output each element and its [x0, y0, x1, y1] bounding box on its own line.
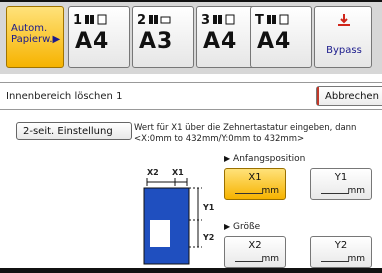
- play-arrow-icon: ▶: [224, 154, 231, 163]
- paper-size: A4: [75, 29, 110, 54]
- tray-2-button[interactable]: 2 A3: [132, 6, 194, 68]
- dialog-title-bar: Innenbereich löschen 1 Abbrechen: [0, 82, 382, 110]
- diagram-label-x1: X1: [172, 168, 184, 177]
- paper-size: A4: [203, 29, 238, 54]
- instruction-text: Wert für X1 über die Zehnertastatur eing…: [134, 123, 356, 145]
- field-name: Y2: [334, 240, 348, 251]
- paper-tray-icon: [267, 14, 289, 25]
- tray-number: 3: [201, 13, 211, 28]
- y1-input-button[interactable]: Y1 mm: [310, 168, 372, 200]
- diagram-label-y1: Y1: [203, 203, 215, 212]
- paper-tray-icon: [149, 15, 171, 24]
- start-position-label: Anfangsposition: [233, 154, 306, 164]
- diagram-label-y2: Y2: [203, 233, 215, 242]
- bottom-edge: [0, 268, 382, 273]
- bypass-tray-button[interactable]: Bypass: [314, 6, 372, 68]
- play-arrow-icon: ▶: [224, 222, 231, 231]
- duplex-settings-button[interactable]: 2-seit. Einstellung: [16, 122, 132, 140]
- value-line: [321, 261, 349, 262]
- bypass-tray-icon: [338, 14, 350, 26]
- value-line: [321, 193, 349, 194]
- instruction-range: <X:0mm to 432mm/Y:0mm to 432mm>: [134, 134, 305, 144]
- auto-paper-select-button[interactable]: Autom. Papierw.▶: [6, 6, 64, 68]
- start-position-heading: ▶ Anfangsposition: [224, 154, 305, 164]
- x2-input-button[interactable]: X2 mm: [224, 236, 286, 268]
- tray-1-button[interactable]: 1 A4: [68, 6, 130, 68]
- instruction-line: Wert für X1 über die Zehnertastatur eing…: [134, 123, 357, 133]
- auto-paper-label: Autom. Papierw.▶: [11, 23, 61, 45]
- field-name: X2: [248, 240, 262, 251]
- dialog-title: Innenbereich löschen 1: [6, 91, 123, 102]
- field-unit: mm: [347, 254, 365, 264]
- paper-tray-bar: Autom. Papierw.▶ 1 A4 2 A3 3 A4 T A4 Byp…: [0, 2, 382, 74]
- paper-size: A4: [257, 29, 292, 54]
- value-line: [235, 261, 263, 262]
- erase-area-diagram: [143, 178, 202, 265]
- field-unit: mm: [261, 254, 279, 264]
- diagram-label-x2: X2: [147, 168, 159, 177]
- tray-t-button[interactable]: T A4: [250, 6, 312, 68]
- field-name: Y1: [334, 172, 348, 183]
- bypass-label: Bypass: [326, 45, 362, 56]
- x1-input-button[interactable]: X1 mm: [224, 168, 286, 200]
- y2-input-button[interactable]: Y2 mm: [310, 236, 372, 268]
- tray-3-button[interactable]: 3 A4: [196, 6, 258, 68]
- value-line: [235, 193, 263, 194]
- tray-number: T: [255, 13, 264, 28]
- paper-tray-icon: [213, 14, 235, 25]
- tray-number: 2: [137, 13, 147, 28]
- size-heading: ▶ Größe: [224, 222, 260, 232]
- field-unit: mm: [347, 186, 365, 196]
- cancel-button[interactable]: Abbrechen: [316, 86, 382, 106]
- field-name: X1: [248, 172, 262, 183]
- field-unit: mm: [261, 186, 279, 196]
- tray-number: 1: [73, 13, 83, 28]
- paper-tray-icon: [85, 14, 107, 25]
- paper-size: A3: [139, 29, 174, 54]
- size-label: Größe: [233, 222, 261, 232]
